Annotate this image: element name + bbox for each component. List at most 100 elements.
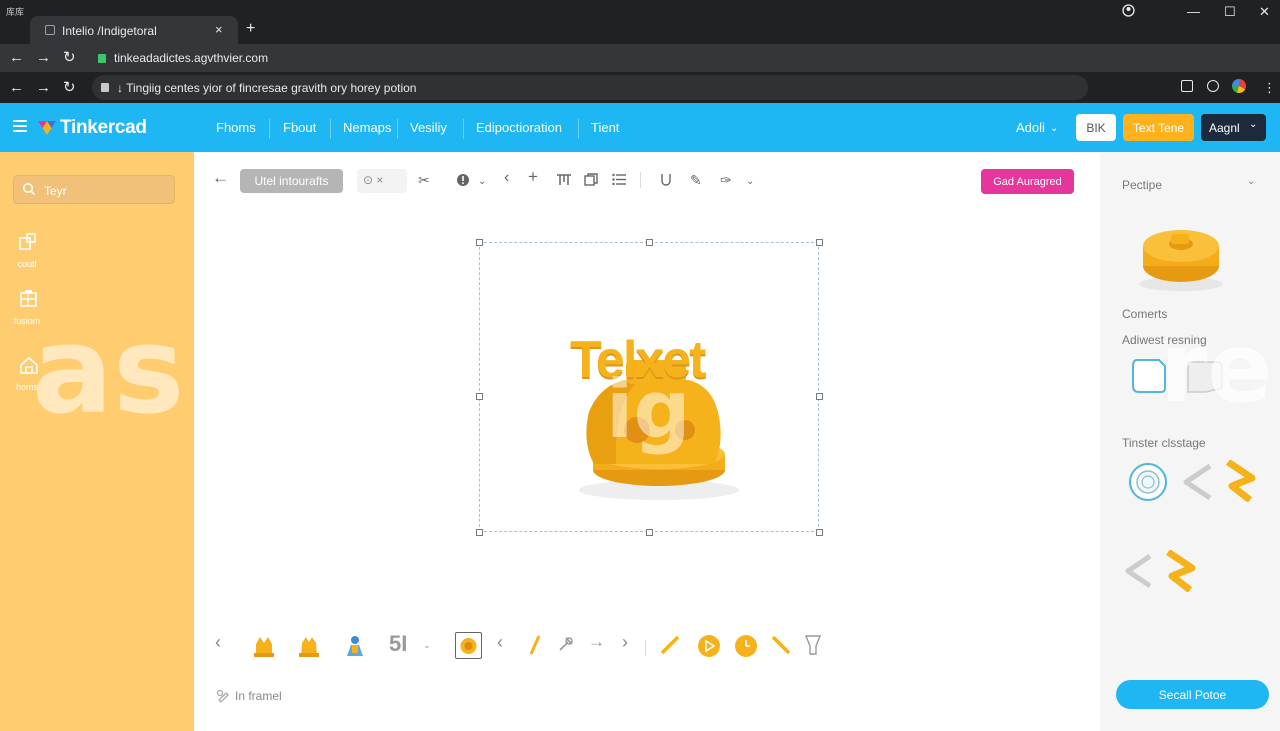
account-menu[interactable]: Adoli — [1016, 120, 1045, 135]
chevron-down-icon[interactable]: ⌄ — [1247, 176, 1255, 187]
address-url[interactable]: tinkeadadictes.agvthvier.com — [114, 51, 268, 65]
figure-thumb-icon[interactable] — [343, 634, 367, 663]
shape-thumb-1-icon[interactable] — [252, 634, 276, 663]
yellow-stick-icon[interactable] — [527, 634, 543, 661]
menu-divider — [578, 119, 579, 139]
cup-icon[interactable] — [804, 634, 822, 661]
menu-item-3[interactable]: Nemaps — [343, 120, 391, 135]
outline-square-icon[interactable] — [1131, 358, 1167, 399]
resize-handle[interactable] — [646, 239, 653, 246]
pencil-icon[interactable]: ✎ — [690, 173, 702, 187]
omnibox[interactable]: ↓ Tingiig centes yior of fincresae gravi… — [92, 75, 1088, 100]
selected-tool-thumb[interactable] — [455, 632, 482, 659]
primary-action-button[interactable]: Gad Auragred — [981, 169, 1074, 194]
resize-handle[interactable] — [476, 393, 483, 400]
back-arrow-icon[interactable]: ← — [212, 169, 229, 186]
zigzag-shape-icon[interactable] — [1122, 552, 1156, 595]
forward-icon[interactable]: → — [36, 50, 51, 65]
pin-tool-icon[interactable] — [556, 634, 576, 659]
app-header: Tinkercad Fhoms Fbout Nemaps Vesiliy Edi… — [0, 103, 1280, 152]
comments-label: Comerts — [1122, 307, 1168, 321]
reload-icon[interactable]: ↻ — [63, 50, 76, 65]
forward-icon[interactable]: → — [36, 80, 51, 95]
stick-tool-icon[interactable] — [770, 634, 792, 661]
profile-icon[interactable] — [1122, 4, 1135, 20]
menu-item-5[interactable]: Edipoctioration — [476, 120, 562, 135]
menu-item-6[interactable]: Tient — [591, 120, 619, 135]
chevron-down-icon[interactable]: ⌄ — [478, 175, 486, 189]
ruler-icon[interactable] — [659, 634, 681, 661]
bk-button[interactable]: BIK — [1076, 114, 1116, 141]
bolt-shape-icon[interactable] — [1162, 549, 1198, 597]
align-icon[interactable] — [556, 173, 572, 189]
tinkercad-logo-icon — [38, 120, 56, 141]
menu-item-2[interactable]: Fbout — [283, 120, 316, 135]
search-input[interactable]: Teyr — [13, 175, 175, 204]
resize-handle[interactable] — [816, 529, 823, 536]
menu-divider — [463, 119, 464, 139]
tinster-label: Tinster clsstage — [1122, 436, 1206, 450]
tool-chip[interactable]: Utel intourafts — [240, 169, 343, 193]
plus-icon[interactable]: + — [528, 168, 538, 185]
list-icon[interactable] — [612, 173, 626, 188]
back-icon[interactable]: ← — [9, 50, 24, 65]
extension-icon[interactable] — [1181, 80, 1193, 92]
watermark-left: as — [32, 302, 185, 441]
play-circle-icon[interactable] — [697, 634, 721, 663]
model-text-shape[interactable]: Telxet — [570, 334, 706, 386]
magnet-icon[interactable] — [660, 173, 672, 189]
flag-shape-icon[interactable] — [1184, 358, 1224, 399]
chevron-down-icon[interactable]: ⌄ — [423, 640, 431, 651]
chevron-down-icon[interactable]: ⌄ — [1050, 123, 1058, 134]
text-tene-button[interactable]: Text Tene — [1123, 114, 1194, 141]
share-button[interactable]: Secall Potoe — [1116, 680, 1269, 709]
menu-item-1[interactable]: Fhoms — [216, 120, 256, 135]
copy-icon[interactable] — [584, 173, 598, 189]
sidebar-item-home[interactable]: homs — [15, 355, 43, 392]
sidebar-item-shapes[interactable]: coutl — [15, 232, 43, 269]
resize-handle[interactable] — [476, 529, 483, 536]
tab-close-icon[interactable]: × — [215, 22, 223, 37]
minimize-button[interactable]: — — [1187, 4, 1200, 19]
toolbar-divider — [645, 640, 646, 656]
maximize-button[interactable]: ☐ — [1224, 4, 1236, 20]
scissors-icon[interactable]: ✂ — [418, 173, 430, 187]
sidebar-item-label: coutl — [17, 259, 37, 269]
arrow-right-icon[interactable]: → — [588, 632, 605, 652]
frame-icon — [216, 689, 230, 706]
back-icon[interactable]: ← — [9, 80, 24, 95]
close-window-button[interactable]: ✕ — [1259, 4, 1270, 20]
sidebar-item-fusion[interactable]: fusiom — [14, 289, 43, 326]
shield-icon[interactable] — [1207, 80, 1219, 92]
zigzag-shape-icon[interactable] — [1180, 462, 1216, 507]
app-logo-text[interactable]: Tinkercad — [60, 117, 147, 139]
chevron-down-icon[interactable]: ⌄ — [746, 175, 754, 189]
canvas-workspace: ← Utel intourafts ⊙ × ✂ ⌄ ‹ + ✎ ✑ ⌄ Gad … — [194, 152, 1100, 731]
spiral-circle-icon[interactable] — [1128, 462, 1168, 507]
canvas-toolbar: ← Utel intourafts ⊙ × ✂ ⌄ ‹ + ✎ ✑ ⌄ Gad … — [194, 152, 1100, 208]
hamburger-menu-icon[interactable] — [13, 120, 27, 132]
chevron-left-icon[interactable]: ‹ — [497, 632, 503, 653]
chevron-left-icon[interactable]: ‹ — [215, 632, 221, 653]
resize-handle[interactable] — [646, 529, 653, 536]
reload-icon[interactable]: ↻ — [63, 80, 76, 95]
clock-icon[interactable] — [734, 634, 758, 663]
size-label[interactable]: 5I — [389, 631, 407, 657]
more-menu-icon[interactable]: ⋮ — [1263, 80, 1276, 95]
resize-handle[interactable] — [816, 393, 823, 400]
resize-handle[interactable] — [816, 239, 823, 246]
aagnl-dropdown[interactable]: Aagnl ⌄ — [1201, 114, 1266, 141]
chevron-left-icon[interactable]: ‹ — [504, 170, 509, 186]
resize-handle[interactable] — [476, 239, 483, 246]
info-icon[interactable] — [456, 173, 470, 189]
marker-icon[interactable]: ✑ — [720, 173, 732, 187]
chrome-profile-icon[interactable] — [1232, 79, 1246, 93]
new-tab-button[interactable]: + — [246, 21, 255, 37]
chevron-right-icon[interactable]: › — [622, 632, 628, 653]
timer-chip[interactable]: ⊙ × — [357, 169, 407, 193]
bolt-shape-icon[interactable] — [1222, 459, 1258, 507]
shape-thumb-2-icon[interactable] — [297, 634, 321, 663]
menu-item-4[interactable]: Vesiliy — [410, 120, 447, 135]
browser-tab[interactable]: Intelio /Indigetoral × — [30, 16, 238, 44]
preview-thumbnail[interactable] — [1133, 214, 1225, 294]
